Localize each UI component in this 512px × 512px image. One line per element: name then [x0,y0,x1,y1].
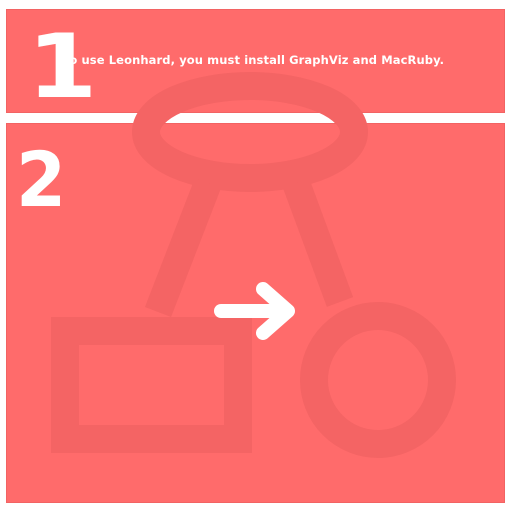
right-arrow-icon [214,282,295,340]
install-instruction: To use Leonhard, you must install GraphV… [63,53,445,67]
tutorial-page: 1 To use Leonhard, you must install Grap… [0,0,512,512]
step-1-number: 1 [27,15,98,118]
step-2-number: 2 [16,135,67,224]
